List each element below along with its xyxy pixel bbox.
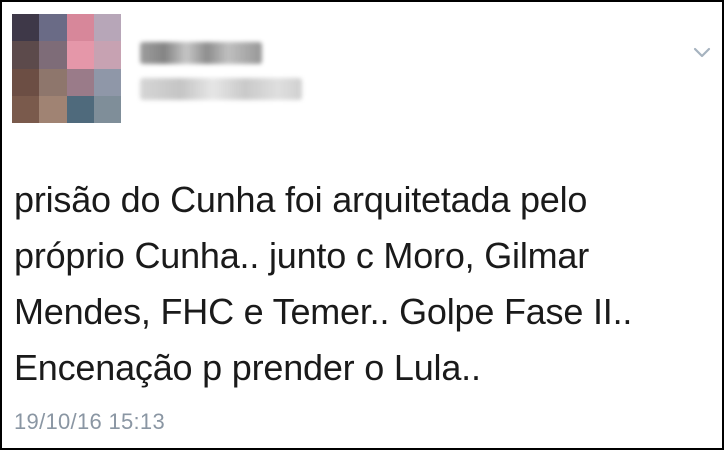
- avatar-pixel: [66, 14, 94, 42]
- avatar-pixel: [93, 14, 121, 42]
- avatar-pixel: [39, 41, 67, 69]
- avatar-pixel: [39, 95, 67, 123]
- avatar-pixel: [66, 41, 94, 69]
- author-name-blurred[interactable]: [140, 42, 262, 64]
- avatar[interactable]: [12, 14, 121, 123]
- tweet-text: prisão do Cunha foi arquitetada pelo pró…: [14, 179, 633, 388]
- tweet-timestamp[interactable]: 19/10/16 15:13: [14, 408, 165, 436]
- avatar-pixel: [93, 41, 121, 69]
- avatar-pixel: [12, 95, 40, 123]
- avatar-pixel: [66, 68, 94, 96]
- author-handle-blurred[interactable]: [140, 78, 302, 100]
- tweet-card: prisão do Cunha foi arquitetada pelo pró…: [0, 0, 724, 450]
- avatar-pixel: [12, 68, 40, 96]
- avatar-pixel: [66, 95, 94, 123]
- avatar-pixel: [12, 41, 40, 69]
- avatar-pixel: [39, 14, 67, 42]
- avatar-pixel: [12, 14, 40, 42]
- chevron-down-icon[interactable]: [692, 46, 712, 60]
- avatar-pixel: [93, 95, 121, 123]
- avatar-pixel: [39, 68, 67, 96]
- avatar-pixel: [93, 68, 121, 96]
